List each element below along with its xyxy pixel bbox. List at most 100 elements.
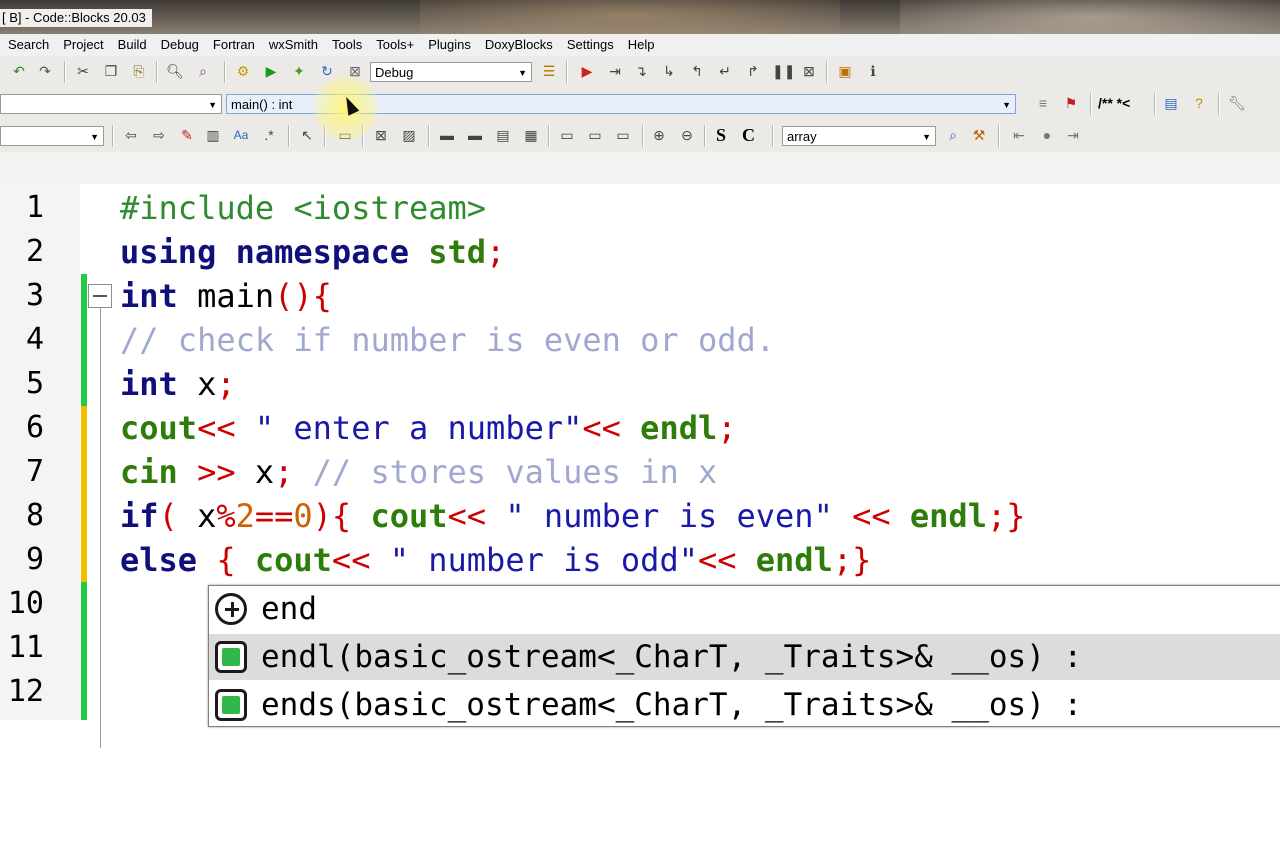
loop-icon[interactable]: ▭ — [586, 126, 604, 144]
search-symbol-icon[interactable]: ⌕ — [944, 126, 962, 144]
step-into-icon[interactable]: ↳ — [660, 62, 678, 80]
doxy-comment-button[interactable]: /** *< — [1098, 94, 1130, 112]
menu-plugins[interactable]: Plugins — [421, 34, 478, 56]
block-icon[interactable]: ▬ — [466, 126, 484, 144]
redo-icon[interactable]: ↷ — [36, 62, 54, 80]
pause-icon[interactable]: ❚❚ — [772, 62, 795, 80]
zoom-out-icon[interactable]: ⊖ — [678, 126, 696, 144]
forward-icon[interactable]: ⇨ — [150, 126, 168, 144]
menu-doxyblocks[interactable]: DoxyBlocks — [478, 34, 560, 56]
match-case-icon[interactable]: Aa — [232, 126, 250, 144]
run-to-cursor-icon[interactable]: ⇥ — [606, 62, 624, 80]
settings-symbol-icon[interactable]: ⚒ — [970, 126, 988, 144]
back-icon[interactable]: ⇦ — [122, 126, 140, 144]
undo-icon[interactable]: ↶ — [10, 62, 28, 80]
menu-wxsmith[interactable]: wxSmith — [262, 34, 325, 56]
code-line-2[interactable]: using namespace std; — [120, 230, 505, 274]
scope-select[interactable]: ▼ — [0, 94, 222, 114]
step-out-icon[interactable]: ↰ — [688, 62, 706, 80]
code-token: 2 — [235, 497, 255, 535]
doxy-help-icon[interactable]: ? — [1190, 94, 1208, 112]
menu-debug[interactable]: Debug — [154, 34, 206, 56]
pointer-icon[interactable]: ↖ — [298, 126, 316, 144]
io-icon[interactable]: ▨ — [400, 126, 418, 144]
menu-search[interactable]: Search — [0, 34, 56, 56]
toolbar-separator — [1154, 93, 1155, 115]
symbol-value: array — [787, 129, 817, 144]
chevron-down-icon: ▼ — [922, 132, 931, 142]
copy-icon[interactable]: ❐ — [102, 62, 120, 80]
next-bookmark-icon[interactable]: ⇥ — [1064, 126, 1082, 144]
menu-tools-plus[interactable]: Tools+ — [369, 34, 421, 56]
autocomplete-item-selected[interactable]: endl(basic_ostream<_CharT, _Traits>& __o… — [209, 634, 1280, 680]
search-toolbar: ▼ ⇦ ⇨ ✎ ▥ Aa .* ↖ ▭ ⊠ ▨ ▬ ▬ ▤ ▦ ▭ ▭ ▭ ⊕ … — [0, 120, 1280, 153]
paste-icon[interactable]: ⎘ — [130, 62, 148, 80]
code-token: cout — [254, 541, 332, 579]
replace-icon[interactable]: ⌕ — [194, 62, 212, 80]
selected-text-icon[interactable]: ▥ — [204, 126, 222, 144]
code-line-8[interactable]: if( x%2==0){ cout<< " number is even" <<… — [120, 494, 1025, 538]
prev-bookmark-icon[interactable]: ⇤ — [1010, 126, 1028, 144]
code-token: == — [254, 497, 294, 535]
code-line-3[interactable]: int main(){ — [120, 274, 332, 318]
code-line-5[interactable]: int x; — [120, 362, 236, 406]
debug-info-icon[interactable]: ℹ — [864, 62, 882, 80]
build-gear-icon[interactable]: ⚙ — [234, 62, 252, 80]
build-run-icon[interactable]: ✦ — [290, 62, 308, 80]
highlight-icon[interactable]: ✎ — [178, 126, 196, 144]
code-token: >> — [177, 453, 255, 491]
fold-collapse-icon[interactable] — [88, 284, 112, 308]
menu-build[interactable]: Build — [111, 34, 154, 56]
code-token: else — [120, 541, 198, 579]
debug-start-icon[interactable]: ▶ — [578, 62, 596, 80]
block-icon[interactable]: ▬ — [438, 126, 456, 144]
find-icon[interactable]: 🔍︎ — [166, 62, 184, 80]
doxywizard-icon[interactable]: ▤ — [1162, 94, 1180, 112]
code-line-1[interactable]: #include <iostream> — [120, 186, 486, 230]
menu-fortran[interactable]: Fortran — [206, 34, 262, 56]
next-line-icon[interactable]: ↴ — [632, 62, 650, 80]
loop-icon[interactable]: ▭ — [614, 126, 632, 144]
search-input[interactable]: ▼ — [0, 126, 104, 146]
chevron-down-icon: ▼ — [518, 68, 527, 78]
code-line-6[interactable]: cout<< " enter a number"<< endl; — [120, 406, 737, 450]
loop-icon[interactable]: ▭ — [558, 126, 576, 144]
jump-icon[interactable]: ≡ — [1034, 94, 1052, 112]
code-token: #include <iostream> — [120, 189, 487, 227]
code-token: int — [120, 277, 178, 315]
next-instruction-icon[interactable]: ↵ — [716, 62, 734, 80]
symbol-select[interactable]: array ▼ — [782, 126, 936, 146]
change-bar-unsaved — [81, 406, 87, 582]
autocomplete-item[interactable]: end — [209, 586, 1280, 632]
build-options-icon[interactable]: ☰ — [540, 62, 558, 80]
zoom-in-icon[interactable]: ⊕ — [650, 126, 668, 144]
run-icon[interactable]: ▶ — [262, 62, 280, 80]
decision-icon[interactable]: ⊠ — [372, 126, 390, 144]
menu-help[interactable]: Help — [621, 34, 662, 56]
title-background — [420, 0, 840, 34]
stop-debug-icon[interactable]: ⊠ — [800, 62, 818, 80]
s-button[interactable]: S — [716, 124, 726, 146]
toggle-bookmark-icon[interactable]: ● — [1038, 126, 1056, 144]
wrench-icon[interactable]: 🔧︎ — [1228, 94, 1246, 112]
menu-settings[interactable]: Settings — [560, 34, 621, 56]
c-button[interactable]: C — [742, 124, 755, 146]
menu-project[interactable]: Project — [56, 34, 110, 56]
block-icon[interactable]: ▤ — [494, 126, 512, 144]
menu-tools[interactable]: Tools — [325, 34, 369, 56]
code-line-4[interactable]: // check if number is even or odd. — [120, 318, 775, 362]
line-number: 11 — [7, 630, 44, 665]
code-token: cin — [120, 453, 178, 491]
step-instruction-icon[interactable]: ↱ — [744, 62, 762, 80]
code-line-7[interactable]: cin >> x; // stores values in x — [120, 450, 717, 494]
cut-icon[interactable]: ✂ — [74, 62, 92, 80]
title-background — [900, 0, 1280, 34]
bookmark-icon[interactable]: ⚑ — [1062, 94, 1080, 112]
build-target-select[interactable]: Debug ▼ — [370, 62, 532, 82]
regex-icon[interactable]: .* — [260, 126, 278, 144]
code-line-9[interactable]: else { cout<< " number is odd"<< endl;} — [120, 538, 871, 582]
line-number: 3 — [25, 278, 44, 313]
debug-windows-icon[interactable]: ▣ — [836, 62, 854, 80]
block-icon[interactable]: ▦ — [522, 126, 540, 144]
autocomplete-item[interactable]: ends(basic_ostream<_CharT, _Traits>& __o… — [209, 682, 1280, 728]
